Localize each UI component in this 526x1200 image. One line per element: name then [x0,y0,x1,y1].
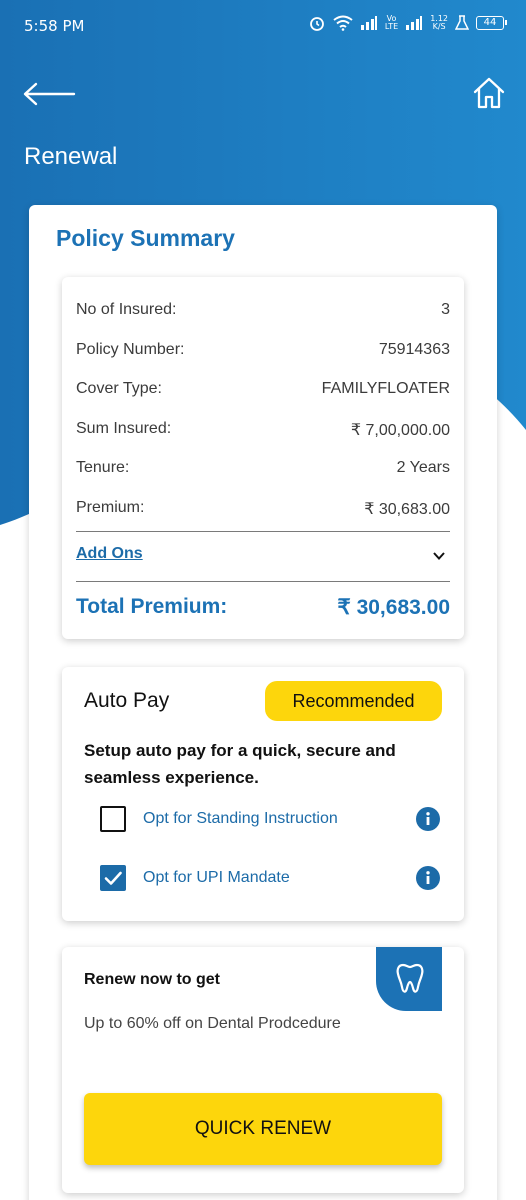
chevron-down-icon [433,552,445,560]
add-ons-toggle[interactable]: Add Ons [76,545,450,571]
divider [76,581,450,582]
volte-label: Vo LTE [384,14,399,31]
signal-icon-2 [406,16,423,30]
summary-value: 3 [441,301,450,318]
summary-value: ₹ 7,00,000.00 [350,422,450,439]
info-icon[interactable] [416,807,440,831]
signal-icon [360,16,377,30]
top-bar [0,70,526,120]
auto-pay-description: Setup auto pay for a quick, secure and s… [84,741,396,787]
upi-mandate-label: Opt for UPI Mandate [143,869,290,886]
info-icon[interactable] [416,866,440,890]
summary-value: 2 Years [396,459,450,476]
renew-offer-card: Renew now to get Up to 60% off on Dental… [62,947,464,1193]
total-premium-row: Total Premium: ₹ 30,683.00 [76,595,450,620]
summary-row-sum-insured: Sum Insured: ₹ 7,00,000.00 [76,420,450,440]
summary-row-cover-type: Cover Type: FAMILYFLOATER [76,380,450,398]
summary-label: No of Insured: [76,301,177,318]
summary-value: FAMILYFLOATER [321,380,450,397]
flask-icon [455,15,469,30]
upi-mandate-option[interactable]: Opt for UPI Mandate [100,863,440,893]
checkmark-icon [104,871,122,885]
wifi-icon [333,15,353,31]
total-premium-value: ₹ 30,683.00 [337,596,450,619]
quick-renew-button[interactable]: QUICK RENEW [84,1093,442,1165]
dental-badge [376,947,442,1011]
summary-row-premium: Premium: ₹ 30,683.00 [76,499,450,519]
summary-row-tenure: Tenure: 2 Years [76,459,450,477]
recommended-badge: Recommended [265,681,442,721]
tooth-icon [396,963,424,993]
add-ons-label: Add Ons [76,545,143,562]
policy-card: Policy Summary No of Insured: 3 Policy N… [29,205,497,1200]
status-icons: Vo LTE 1.12 K/S 44 [308,14,507,32]
summary-value: ₹ 30,683.00 [364,501,450,518]
network-speed: 1.12 K/S [430,14,448,31]
standing-instruction-option[interactable]: Opt for Standing Instruction [100,804,440,834]
total-premium-label: Total Premium: [76,595,228,618]
summary-label: Premium: [76,499,145,516]
home-button[interactable] [472,76,506,110]
alarm-icon [309,17,324,31]
summary-row-insured: No of Insured: 3 [76,301,450,319]
renew-offer-title: Renew now to get [84,971,220,988]
summary-row-policy-number: Policy Number: 75914363 [76,341,450,359]
divider [76,531,450,532]
auto-pay-card: Auto Pay Recommended Setup auto pay for … [62,667,464,921]
summary-value: 75914363 [378,341,450,358]
summary-label: Cover Type: [76,380,162,397]
status-bar: 5:58 PM Vo LTE 1.12 K/S 44 [0,0,526,52]
battery-icon: 44 [476,16,507,30]
arrow-left-icon [23,82,76,106]
renew-offer-description: Up to 60% off on Dental Prodcedure [84,1015,341,1032]
policy-summary-title: Policy Summary [56,225,235,251]
summary-label: Sum Insured: [76,420,172,437]
standing-instruction-checkbox[interactable] [100,806,126,832]
auto-pay-title: Auto Pay [84,689,170,712]
home-icon [473,77,505,109]
status-time: 5:58 PM [24,17,85,35]
summary-label: Policy Number: [76,341,185,358]
back-button[interactable] [20,78,78,110]
summary-label: Tenure: [76,459,130,476]
summary-details-card: No of Insured: 3 Policy Number: 75914363… [62,277,464,639]
standing-instruction-label: Opt for Standing Instruction [143,810,338,827]
upi-mandate-checkbox[interactable] [100,865,126,891]
page-title: Renewal [24,143,118,170]
